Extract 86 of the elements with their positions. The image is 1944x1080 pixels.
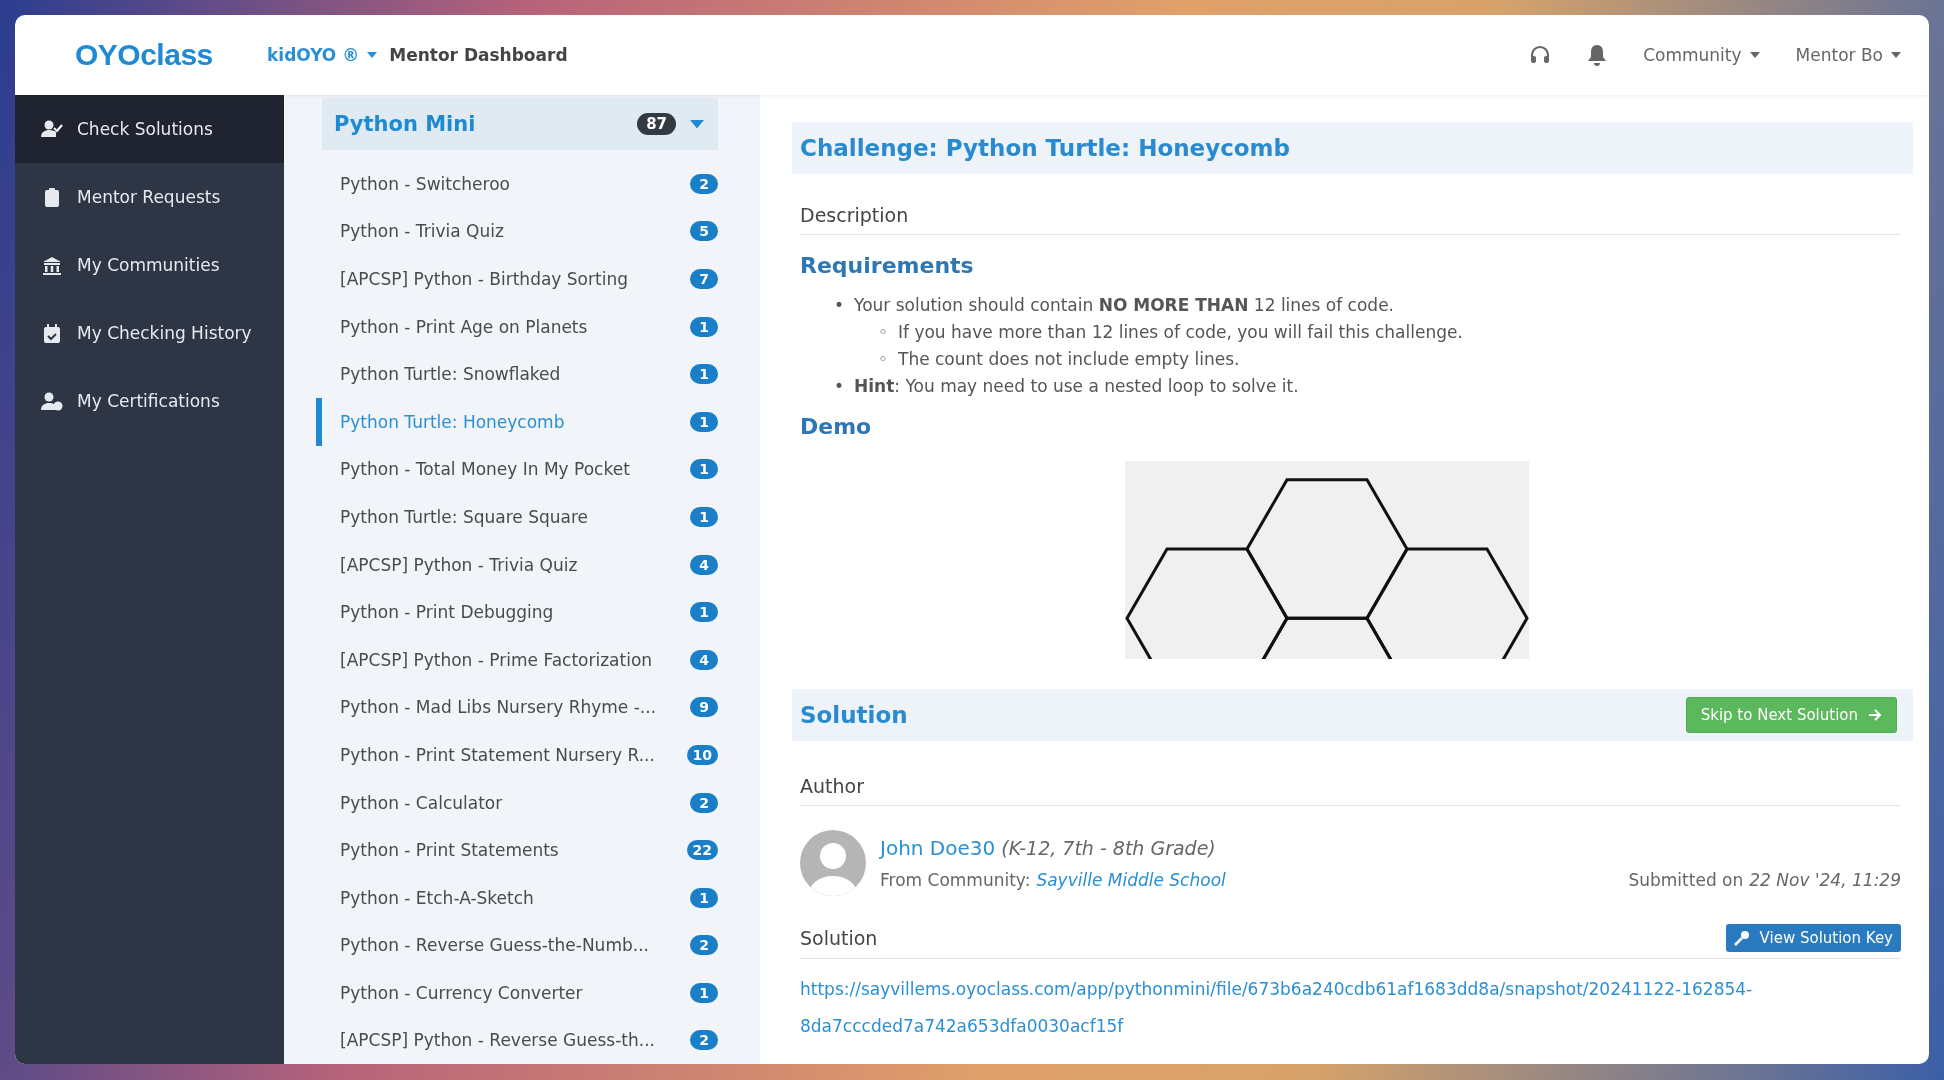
sidebar-item[interactable]: Check Solutions bbox=[15, 95, 284, 163]
course-header[interactable]: Python Mini 87 bbox=[322, 98, 718, 150]
count-badge: 1 bbox=[690, 887, 718, 908]
sidebar-item[interactable]: My Certifications bbox=[15, 367, 284, 435]
challenge-item[interactable]: Python - Switcheroo 2 bbox=[316, 160, 718, 208]
section-heading: Solution bbox=[800, 927, 878, 949]
challenge-item[interactable]: Python Turtle: Honeycomb 1 bbox=[316, 397, 718, 446]
count-badge: 4 bbox=[690, 554, 718, 575]
challenge-item[interactable]: Python - Total Money In My Pocket 1 bbox=[316, 445, 718, 494]
challenge-item[interactable]: Python - Print Statements 22 bbox=[316, 826, 718, 874]
page-title: Mentor Dashboard bbox=[389, 45, 568, 65]
community-label: From Community: bbox=[880, 870, 1031, 890]
caret-icon bbox=[1749, 52, 1760, 58]
logo[interactable]: OYOclass bbox=[75, 38, 255, 72]
count-badge: 4 bbox=[690, 649, 718, 670]
author-name[interactable]: John Doe30 bbox=[880, 836, 996, 860]
challenge-item[interactable]: Python - Print Statement Nursery R... 10 bbox=[316, 731, 718, 779]
challenge-item[interactable]: Python - Currency Converter 1 bbox=[316, 969, 718, 1017]
sidebar-item[interactable]: My Communities bbox=[15, 231, 284, 299]
sidebar-item[interactable]: My Checking History bbox=[15, 299, 284, 367]
course-title: Python Mini bbox=[334, 112, 476, 136]
key-icon bbox=[1733, 930, 1750, 946]
count-badge: 1 bbox=[690, 982, 718, 1003]
challenge-item[interactable]: Python - Mad Libs Nursery Rhyme -... 9 bbox=[316, 683, 718, 732]
user-check-icon bbox=[41, 118, 63, 140]
challenge-item[interactable]: Python - Calculator 2 bbox=[316, 778, 718, 827]
headset-icon[interactable] bbox=[1529, 44, 1552, 66]
count-badge: 2 bbox=[690, 173, 718, 194]
challenge-item[interactable]: Python - Reverse Guess-the-Numb... 2 bbox=[316, 921, 718, 970]
challenge-title: Challenge: Python Turtle: Honeycomb bbox=[800, 135, 1291, 161]
bullet-mark: • bbox=[834, 375, 846, 398]
requirement-text: Your solution should contain NO MORE THAN 12 lines of code. bbox=[854, 295, 1395, 315]
caret-icon bbox=[367, 52, 378, 58]
bank-icon bbox=[41, 254, 63, 276]
challenge-item[interactable]: [APCSP] Python - Birthday Sorting 7 bbox=[316, 255, 718, 303]
count-badge: 2 bbox=[690, 935, 718, 956]
calendar-check-icon bbox=[41, 322, 63, 344]
sidebar-item[interactable]: Mentor Requests bbox=[15, 163, 284, 231]
submitted-date: 22 Nov '24, 11:29 bbox=[1749, 870, 1901, 890]
view-key-button[interactable]: View Solution Key bbox=[1725, 924, 1901, 952]
bullet-mark: ◦ bbox=[878, 321, 890, 344]
user-badge-icon bbox=[41, 390, 63, 412]
count-badge: 9 bbox=[690, 697, 718, 718]
challenge-item[interactable]: Python - Trivia Quiz 5 bbox=[316, 207, 718, 256]
community-link[interactable]: Sayville Middle School bbox=[1036, 870, 1226, 890]
challenge-item[interactable]: Python - Print Age on Planets 1 bbox=[316, 302, 718, 351]
caret-icon bbox=[1891, 52, 1901, 58]
challenge-item[interactable]: Python - Print Debugging 1 bbox=[316, 588, 718, 636]
nav-menu[interactable]: Mentor Bo bbox=[1795, 45, 1901, 65]
bullet-mark: ◦ bbox=[878, 348, 890, 371]
submitted-label: Submitted on bbox=[1628, 870, 1744, 890]
challenge-item[interactable]: Python - Etch-A-Sketch 1 bbox=[316, 873, 718, 922]
challenge-item[interactable]: [APCSP] Python - Prime Factorization 4 bbox=[316, 635, 718, 684]
bell-icon[interactable] bbox=[1587, 44, 1608, 66]
solution-link[interactable]: https://sayvillems.oyoclass.com/app/pythonmini/file/673b6a240cdb61af1683dd8a/snapshot/20241122-162854-8da7cccded7a742a653dfa0030acf15f bbox=[800, 971, 1913, 1045]
count-badge: 1 bbox=[690, 364, 718, 385]
challenge-item[interactable]: [APCSP] Python - Reverse Guess-th... 2 bbox=[316, 1016, 718, 1064]
count-badge: 1 bbox=[690, 411, 718, 432]
challenge-item[interactable]: Python Turtle: Snowflaked 1 bbox=[316, 350, 718, 398]
section-heading: Requirements bbox=[800, 253, 975, 278]
author-grade: (K-12, 7th - 8th Grade) bbox=[1001, 837, 1216, 859]
count-badge: 1 bbox=[690, 316, 718, 337]
section-heading: Author bbox=[800, 775, 1901, 806]
count-badge: 2 bbox=[690, 1030, 718, 1051]
product-menu[interactable]: kidOYO ® bbox=[267, 45, 378, 65]
section-heading: Demo bbox=[800, 414, 873, 439]
count-badge: 1 bbox=[690, 602, 718, 623]
count-badge: 22 bbox=[686, 840, 718, 861]
nav-menu[interactable]: Community bbox=[1643, 45, 1760, 65]
count-badge: 7 bbox=[690, 269, 718, 289]
count-badge: 10 bbox=[686, 744, 718, 765]
requirement-text: If you have more than 12 lines of code, you will fail this challenge. bbox=[898, 322, 1463, 342]
count-badge: 2 bbox=[690, 792, 718, 813]
count-badge: 1 bbox=[690, 459, 718, 480]
requirement-text: Hint: You may need to use a nested loop to solve it. bbox=[854, 376, 1299, 396]
solution-title: Solution bbox=[800, 702, 908, 728]
challenge-item[interactable]: Python Turtle: Square Square 1 bbox=[316, 493, 718, 541]
caret-icon bbox=[690, 119, 704, 129]
count-badge: 5 bbox=[690, 221, 718, 242]
count-badge: 1 bbox=[690, 506, 718, 527]
section-heading: Description bbox=[800, 204, 1901, 235]
count-badge: 87 bbox=[637, 113, 676, 135]
bullet-mark: • bbox=[834, 294, 846, 317]
challenge-item[interactable]: [APCSP] Python - Trivia Quiz 4 bbox=[316, 540, 718, 589]
arrow-right-icon bbox=[1868, 709, 1882, 721]
requirement-text: The count does not include empty lines. bbox=[898, 349, 1240, 369]
